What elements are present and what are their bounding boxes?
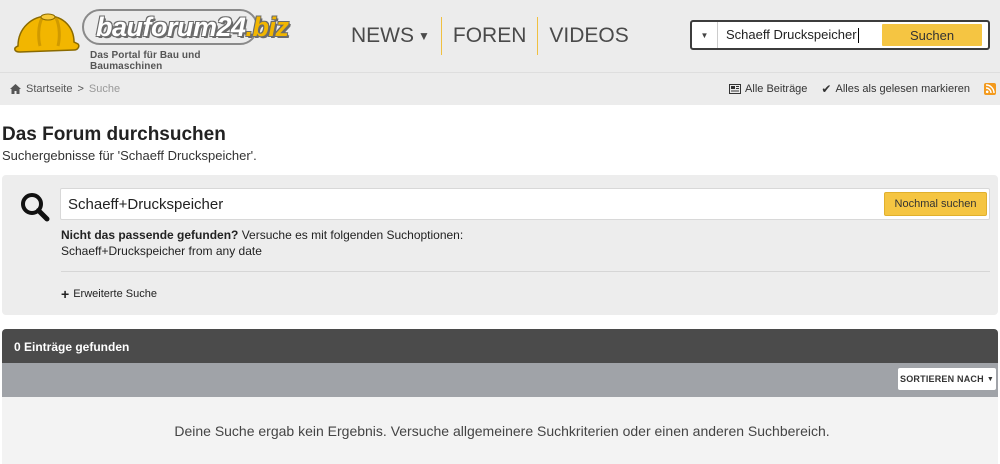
nav-foren-label: FOREN xyxy=(452,24,527,47)
sort-by-button[interactable]: SORTIEREN NACH ▼ xyxy=(898,368,996,390)
mark-all-read-link[interactable]: ✔ Alles als gelesen markieren xyxy=(821,82,970,96)
nav-news[interactable]: NEWS ▼ xyxy=(340,17,441,55)
results-header: 0 Einträge gefunden xyxy=(2,329,998,363)
sort-by-label: SORTIEREN NACH xyxy=(900,374,984,384)
breadcrumb-home[interactable]: Startseite xyxy=(26,83,72,95)
main-nav: NEWS ▼ FOREN VIDEOS xyxy=(340,17,640,55)
header-search-button[interactable]: Suchen xyxy=(882,24,982,46)
caret-down-icon: ▼ xyxy=(986,375,994,383)
page-title: Das Forum durchsuchen xyxy=(2,124,226,145)
hard-hat-icon xyxy=(14,13,80,53)
search-icon xyxy=(21,193,50,222)
search-hint: Nicht das passende gefunden? Versuche es… xyxy=(61,228,464,242)
mark-all-read-label: Alles als gelesen markieren xyxy=(835,83,970,95)
search-suggestion-link[interactable]: Schaeff+Druckspeicher from any date xyxy=(61,244,262,258)
advanced-search-label: Erweiterte Suche xyxy=(73,288,157,300)
forum-actions: Alle Beiträge ✔ Alles als gelesen markie… xyxy=(729,82,996,96)
breadcrumb-current: Suche xyxy=(88,83,121,95)
breadcrumb: Startseite > Suche xyxy=(10,83,120,95)
breadcrumb-bar: Startseite > Suche Alle Beiträge ✔ Alles… xyxy=(0,72,1000,105)
site-logo[interactable]: bauforum24.biz Das Portal für Bau und Ba… xyxy=(12,8,289,72)
search-again-button[interactable]: Nochmal suchen xyxy=(884,192,987,216)
text-cursor xyxy=(857,28,859,44)
header-search: ▼ Schaeff Druckspeicher Suchen xyxy=(690,20,990,50)
results-toolbar: SORTIEREN NACH ▼ xyxy=(2,363,998,397)
main-content: Das Forum durchsuchen Suchergebnisse für… xyxy=(0,105,1000,464)
nav-foren[interactable]: FOREN xyxy=(442,17,538,55)
results-count: 0 Einträge gefunden xyxy=(14,340,130,354)
search-scope-dropdown[interactable]: ▼ xyxy=(692,22,718,48)
nav-videos-label: VIDEOS xyxy=(549,24,629,47)
caret-down-icon: ▼ xyxy=(418,29,430,43)
header-search-input[interactable]: Schaeff Druckspeicher xyxy=(718,27,882,44)
search-panel: Schaeff+Druckspeicher Nochmal suchen Nic… xyxy=(2,175,998,315)
home-icon xyxy=(10,84,21,94)
page-subtitle: Suchergebnisse für 'Schaeff Druckspeiche… xyxy=(2,148,257,163)
rss-icon[interactable] xyxy=(984,83,996,95)
advanced-search-toggle[interactable]: + Erweiterte Suche xyxy=(61,285,157,302)
check-icon: ✔ xyxy=(821,82,832,96)
nav-news-label: NEWS xyxy=(351,24,414,47)
plus-icon: + xyxy=(61,285,70,302)
empty-results-message: Deine Suche ergab kein Ergebnis. Versuch… xyxy=(174,423,830,439)
all-posts-label: Alle Beiträge xyxy=(745,83,808,95)
site-header: bauforum24.biz Das Portal für Bau und Ba… xyxy=(0,0,1000,72)
logo-wordmark: bauforum24.biz xyxy=(96,12,289,42)
search-query-input[interactable]: Schaeff+Druckspeicher Nochmal suchen xyxy=(60,188,990,220)
breadcrumb-separator: > xyxy=(77,83,84,95)
divider xyxy=(61,271,990,272)
results-list: Deine Suche ergab kein Ergebnis. Versuch… xyxy=(2,397,998,464)
logo-tagline: Das Portal für Bau und Baumaschinen xyxy=(90,50,201,72)
nav-videos[interactable]: VIDEOS xyxy=(538,17,639,55)
caret-down-icon: ▼ xyxy=(700,30,709,40)
newspaper-icon xyxy=(729,84,742,94)
all-posts-link[interactable]: Alle Beiträge xyxy=(729,83,807,95)
search-query-value: Schaeff+Druckspeicher xyxy=(68,196,224,213)
